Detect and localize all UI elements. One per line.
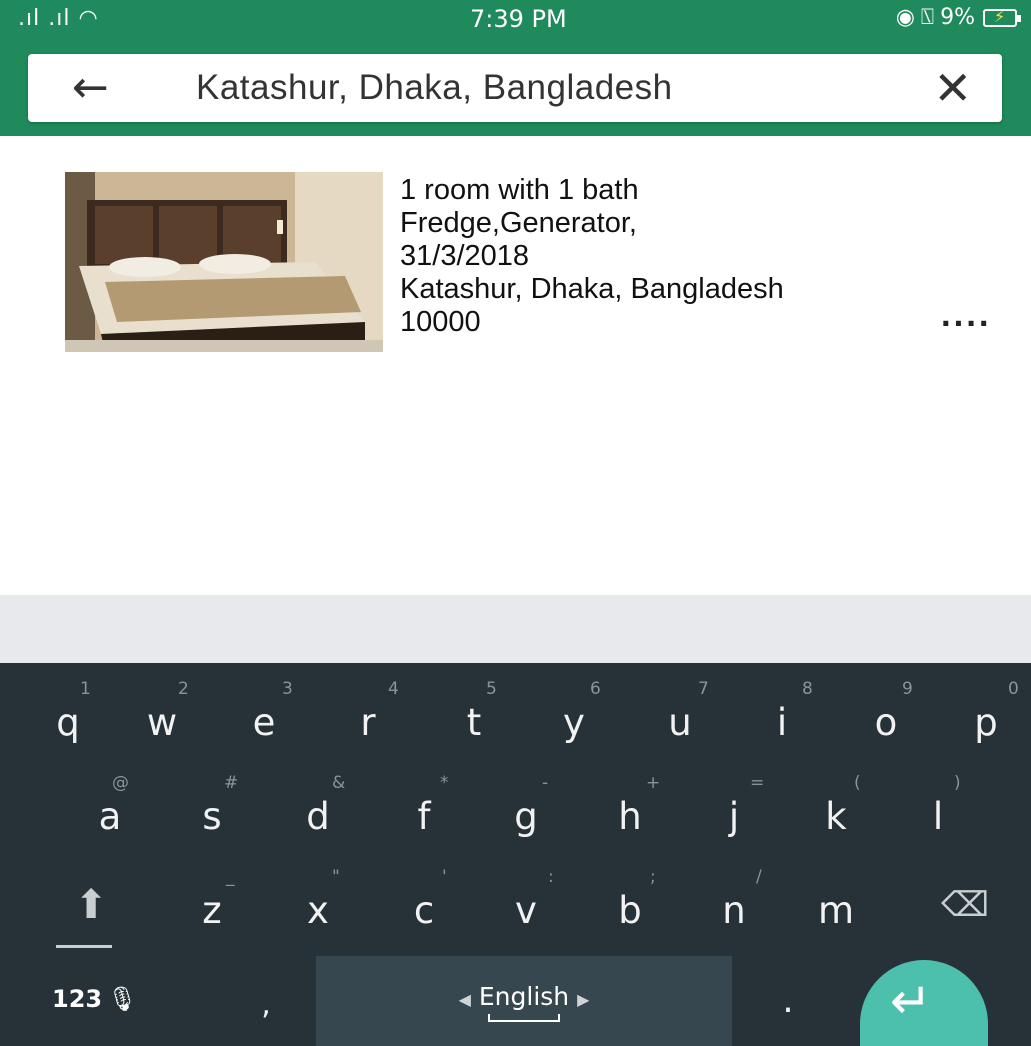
key-k[interactable]: (k xyxy=(808,773,864,837)
back-arrow-icon[interactable]: ← xyxy=(72,60,109,116)
key-j[interactable]: = j xyxy=(706,773,764,837)
language-right-arrow-icon: ▶ xyxy=(577,990,590,1009)
key-m[interactable]: m xyxy=(808,891,864,931)
keyboard-suggestion-strip xyxy=(0,595,1031,663)
key-v[interactable]: :v xyxy=(498,867,554,931)
numbers-symbols-key[interactable]: 123 🎙 xyxy=(52,985,172,1013)
status-time: 7:39 PM xyxy=(470,5,567,33)
listing-room-info: 1 room with 1 bath xyxy=(400,174,639,206)
shift-key[interactable]: ⬆ xyxy=(46,882,136,948)
more-options[interactable]: .... xyxy=(940,300,991,333)
alarm-off-icon: ⍂ xyxy=(920,5,935,30)
language-left-arrow-icon: ◀ xyxy=(458,990,471,1009)
app-bar: ← Katashur, Dhaka, Bangladesh ✕ xyxy=(0,40,1031,136)
key-x[interactable]: " x xyxy=(290,867,346,931)
key-r[interactable]: 4r xyxy=(340,679,398,743)
key-u[interactable]: 7u xyxy=(652,679,709,743)
battery-charging-icon: ⚡ xyxy=(983,7,1021,27)
listing-location: Katashur, Dhaka, Bangladesh xyxy=(400,273,784,305)
key-s[interactable]: # s xyxy=(184,773,240,837)
key-g[interactable]: -g xyxy=(498,773,554,837)
key-n[interactable]: / n xyxy=(706,867,762,931)
key-q[interactable]: 1q xyxy=(40,679,96,743)
status-bar: .ıl .ıl ◠ 7:39 PM ◉ ⍂ 9% ⚡ xyxy=(0,0,1031,40)
spacebar-icon xyxy=(488,1014,560,1022)
backspace-icon: ⌫ xyxy=(940,885,990,925)
key-d[interactable]: & d xyxy=(290,773,346,837)
key-f[interactable]: * f xyxy=(396,773,452,837)
key-y[interactable]: 6y xyxy=(546,679,602,743)
listing-item[interactable]: 1 room with 1 bath Fredge,Generator, 31/… xyxy=(0,160,1031,360)
enter-key[interactable]: ↵ xyxy=(860,960,988,1046)
listing-details: 1 room with 1 bath Fredge,Generator, 31/… xyxy=(400,174,784,339)
enter-arrow-icon: ↵ xyxy=(890,972,932,1030)
space-key[interactable]: ◀ English ▶ xyxy=(316,956,732,1046)
listing-amenities: Fredge,Generator, xyxy=(400,207,637,239)
key-h[interactable]: + h xyxy=(602,773,660,837)
key-w[interactable]: 2w xyxy=(134,679,190,743)
eye-comfort-icon: ◉ xyxy=(895,5,915,30)
listing-photo xyxy=(65,172,383,352)
backspace-key[interactable]: ⌫ xyxy=(930,885,1000,925)
shift-underline xyxy=(56,945,112,948)
search-input[interactable]: Katashur, Dhaka, Bangladesh xyxy=(196,54,673,122)
key-c[interactable]: ' c xyxy=(396,867,452,931)
listing-date: 31/3/2018 xyxy=(400,240,530,272)
key-t[interactable]: 5t xyxy=(446,679,502,743)
microphone-icon: 🎙 xyxy=(107,985,138,1013)
battery-percent: 9% xyxy=(940,5,975,30)
key-a[interactable]: @ a xyxy=(82,773,138,837)
key-p[interactable]: 0p xyxy=(958,679,1019,743)
soft-keyboard: 1q 2w 3e 4r 5t 6y 7u 8i 9o 0p @ a # s & d *… xyxy=(0,663,1031,1046)
key-period[interactable]: . xyxy=(768,981,808,1021)
key-o[interactable]: 9o xyxy=(858,679,914,743)
key-b[interactable]: ; b xyxy=(602,867,658,931)
clear-search-icon[interactable]: ✕ xyxy=(933,56,972,120)
key-l[interactable]: ) l xyxy=(910,773,966,837)
search-box[interactable]: ← Katashur, Dhaka, Bangladesh ✕ xyxy=(28,54,1002,122)
wifi-icon: ◠ xyxy=(78,6,99,31)
key-i[interactable]: 8i xyxy=(754,679,813,743)
shift-arrow-icon: ⬆ xyxy=(74,882,108,928)
key-e[interactable]: 3e xyxy=(236,679,293,743)
language-label: English xyxy=(478,982,570,1011)
bedroom-image xyxy=(65,172,383,352)
listing-price: 10000 xyxy=(400,306,481,338)
signal-wifi-icons: .ıl .ıl ◠ xyxy=(18,6,99,31)
key-comma[interactable]: , xyxy=(246,985,286,1025)
key-z[interactable]: _ z xyxy=(184,867,240,931)
